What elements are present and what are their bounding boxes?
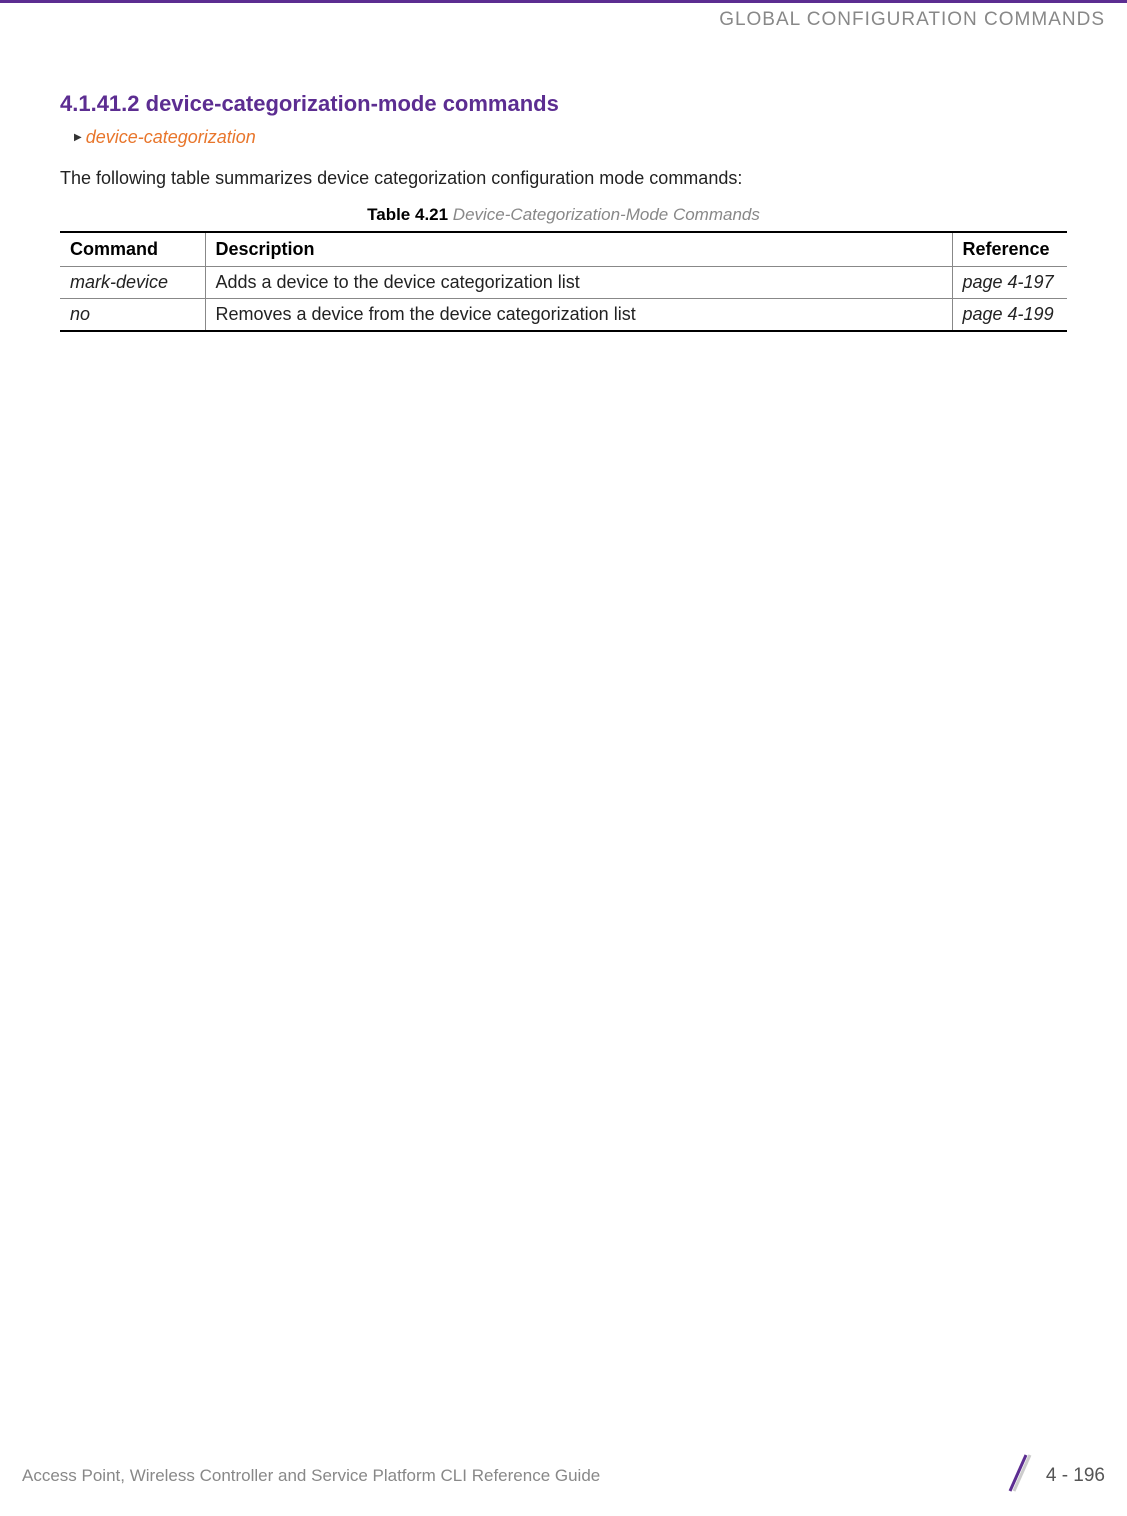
th-command: Command [60,232,205,267]
table-caption-title: Device-Categorization-Mode Commands [448,205,760,224]
th-description: Description [205,232,952,267]
table-caption-number: Table 4.21 [367,205,448,224]
header-title: GLOBAL CONFIGURATION COMMANDS [0,3,1127,31]
table-header-row: Command Description Reference [60,232,1067,267]
commands-table: Command Description Reference mark-devic… [60,231,1067,332]
breadcrumb-link[interactable]: device-categorization [86,127,256,148]
table-row: mark-device Adds a device to the device … [60,267,1067,299]
arrow-right-icon: ▶ [74,132,82,143]
breadcrumb: ▶ device-categorization [74,127,1067,148]
table-row: no Removes a device from the device cate… [60,299,1067,332]
page-number: 4 - 196 [1046,1465,1105,1487]
page-footer: Access Point, Wireless Controller and Se… [0,1453,1127,1498]
th-reference: Reference [952,232,1067,267]
reference-link[interactable]: page 4-199 [952,299,1067,332]
section-heading: 4.1.41.2 device-categorization-mode comm… [60,91,1067,117]
command-link[interactable]: no [60,299,205,332]
content-area: 4.1.41.2 device-categorization-mode comm… [0,31,1127,332]
table-caption: Table 4.21 Device-Categorization-Mode Co… [60,205,1067,225]
command-description: Removes a device from the device categor… [205,299,952,332]
footer-guide-title: Access Point, Wireless Controller and Se… [22,1466,600,1486]
intro-paragraph: The following table summarizes device ca… [60,168,1067,189]
slash-icon [1004,1453,1032,1498]
command-link[interactable]: mark-device [60,267,205,299]
footer-right: 4 - 196 [1004,1453,1105,1498]
command-description: Adds a device to the device categorizati… [205,267,952,299]
reference-link[interactable]: page 4-197 [952,267,1067,299]
page-header: GLOBAL CONFIGURATION COMMANDS [0,0,1127,31]
